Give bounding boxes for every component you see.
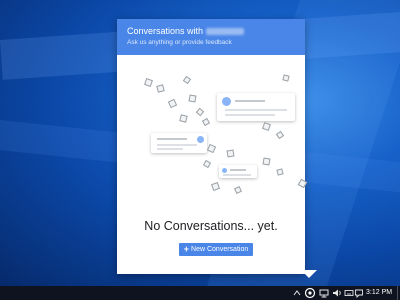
volume-icon[interactable]	[331, 286, 343, 300]
avatar-dot	[197, 136, 204, 143]
taskbar: 3:12 PM	[0, 286, 400, 300]
new-conversation-label: New Conversation	[191, 246, 249, 253]
avatar-dot	[222, 168, 227, 173]
confetti-square	[144, 78, 153, 87]
card-line	[230, 169, 246, 171]
card-line	[225, 109, 287, 111]
confetti-square	[179, 114, 188, 123]
confetti-square	[202, 159, 212, 169]
widget-app-icon[interactable]	[304, 286, 316, 300]
card-line	[225, 114, 275, 116]
illustration-card	[151, 133, 207, 153]
show-desktop-button[interactable]	[397, 286, 398, 300]
network-icon[interactable]	[318, 286, 330, 300]
taskbar-clock[interactable]: 3:12 PM	[366, 286, 392, 300]
illustration-card	[217, 93, 295, 121]
confetti-square	[276, 168, 284, 176]
panel-subtitle: Ask us anything or provide feedback	[127, 39, 232, 46]
confetti-square	[156, 84, 165, 93]
confetti-square	[201, 117, 211, 127]
confetti-square	[226, 149, 235, 158]
card-line	[235, 100, 265, 102]
panel-header: Conversations with Ask us anything or pr…	[117, 19, 305, 55]
confetti-square	[234, 186, 242, 194]
card-line	[157, 144, 197, 146]
avatar-dot	[222, 97, 231, 106]
card-line	[157, 138, 187, 140]
confetti-square	[282, 74, 290, 82]
confetti-square	[275, 130, 285, 140]
panel-pointer	[301, 270, 317, 278]
empty-state-illustration	[117, 55, 308, 205]
chevron-up-icon[interactable]	[292, 286, 302, 300]
card-line	[223, 174, 251, 176]
card-line	[157, 148, 183, 150]
conversations-panel: Conversations with Ask us anything or pr…	[117, 19, 308, 274]
confetti-square	[262, 157, 271, 166]
confetti-square	[211, 182, 220, 191]
new-conversation-button[interactable]: + New Conversation	[179, 243, 253, 256]
keyboard-icon[interactable]	[344, 286, 354, 300]
redacted-company-name	[206, 28, 245, 35]
panel-title-text: Conversations with	[127, 26, 204, 36]
empty-state-message: No Conversations... yet.	[144, 219, 278, 233]
illustration-card	[219, 165, 257, 178]
confetti-square	[262, 122, 271, 131]
confetti-square	[195, 107, 205, 117]
plus-icon: +	[183, 244, 190, 254]
confetti-square	[167, 98, 178, 109]
confetti-square	[182, 75, 192, 85]
confetti-square	[188, 94, 197, 103]
action-center-icon[interactable]	[354, 286, 364, 300]
confetti-square	[206, 143, 217, 154]
panel-title: Conversations with	[127, 26, 245, 36]
